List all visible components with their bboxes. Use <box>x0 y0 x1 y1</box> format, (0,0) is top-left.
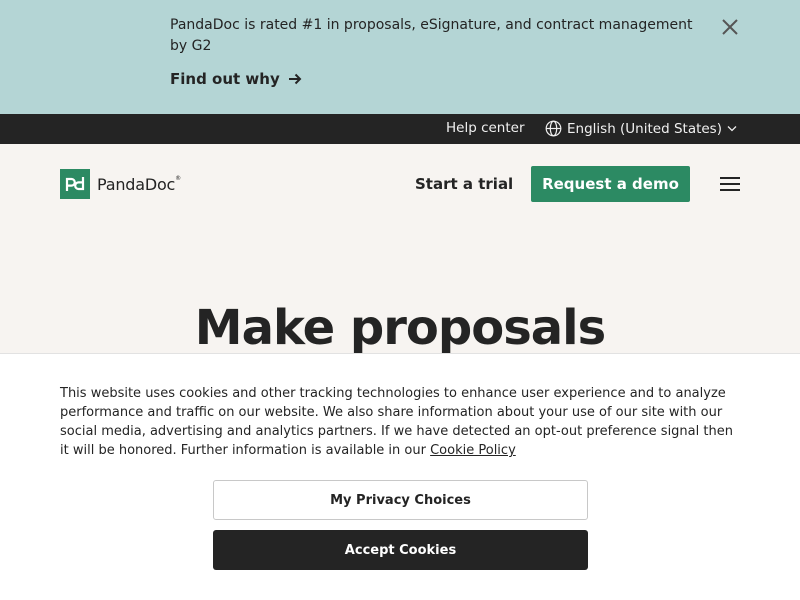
hero-title: Make proposals <box>194 300 606 356</box>
find-out-why-label: Find out why <box>170 70 280 88</box>
language-label: English (United States) <box>567 120 722 137</box>
find-out-why-link[interactable]: Find out why <box>170 70 302 88</box>
start-trial-link[interactable]: Start a trial <box>415 175 513 193</box>
logo-text: PandaDoc® <box>97 174 181 194</box>
cookie-policy-link[interactable]: Cookie Policy <box>430 443 516 458</box>
privacy-choices-button[interactable]: My Privacy Choices <box>213 480 588 520</box>
pandadoc-logo-mark-icon <box>60 169 90 199</box>
site-header: PandaDoc® Start a trial Request a demo <box>0 144 800 224</box>
request-demo-button[interactable]: Request a demo <box>531 166 690 202</box>
pandadoc-logo[interactable]: PandaDoc® <box>60 169 181 199</box>
help-center-link[interactable]: Help center <box>446 120 525 136</box>
cookie-consent-panel: This website uses cookies and other trac… <box>0 353 800 600</box>
chevron-down-icon <box>727 126 737 132</box>
close-icon[interactable] <box>720 17 740 37</box>
cookie-notice-text: This website uses cookies and other trac… <box>60 386 733 458</box>
announcement-banner: PandaDoc is rated #1 in proposals, eSign… <box>0 0 800 114</box>
hamburger-menu-icon[interactable] <box>720 176 740 192</box>
announcement-text: PandaDoc is rated #1 in proposals, eSign… <box>170 17 693 54</box>
language-selector[interactable]: English (United States) <box>545 120 737 137</box>
arrow-right-icon <box>288 73 302 85</box>
globe-icon <box>545 120 562 137</box>
utility-bar: Help center English (United States) <box>0 114 800 144</box>
accept-cookies-button[interactable]: Accept Cookies <box>213 530 588 570</box>
